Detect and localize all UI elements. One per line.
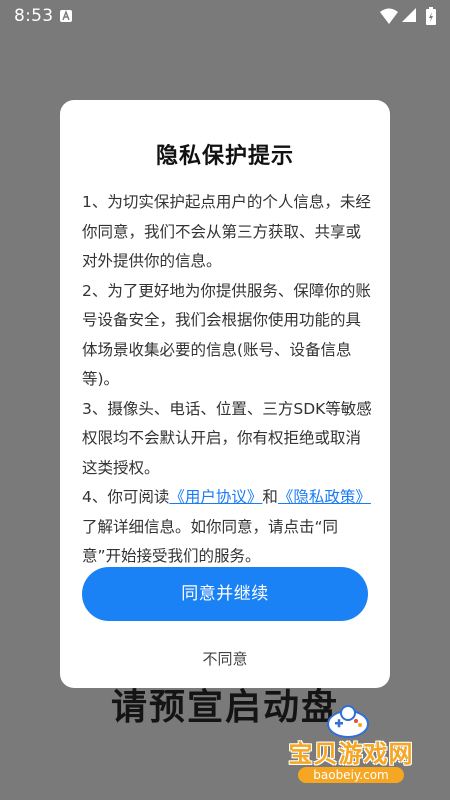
disagree-button[interactable]: 不同意 [60,648,390,669]
privacy-paragraph-3: 3、摄像头、电话、位置、三方SDK等敏感权限均不会默认开启，你有权拒绝或取消这类… [82,399,372,477]
agree-button[interactable]: 同意并继续 [82,567,368,621]
paragraph-4-suffix: 了解详细信息。如你同意，请点击“同意”开始接受我们的服务。 [82,517,339,566]
wifi-icon [380,8,398,24]
status-time: 8:53 [14,6,54,26]
signal-icon [402,8,416,22]
user-agreement-link[interactable]: 《用户协议》 [169,488,262,506]
watermark-name: 宝贝游戏网 [288,740,414,768]
paragraph-4-prefix: 4、你可阅读 [82,488,170,506]
dialog-body: 1、为切实保护起点用户的个人信息，未经你同意，我们不会从第三方获取、共享或对外提… [82,188,372,572]
privacy-paragraph-4: 4、你可阅读《用户协议》和《隐私政策》了解详细信息。如你同意，请点击“同意”开始… [82,483,372,572]
watermark: 宝贝游戏网 baobeiy.com [276,704,436,790]
privacy-paragraph-1: 1、为切实保护起点用户的个人信息，未经你同意，我们不会从第三方获取、共享或对外提… [82,193,371,270]
dialog-title: 隐私保护提示 [155,144,294,169]
privacy-policy-link[interactable]: 《隐私政策》 [278,488,371,506]
privacy-paragraph-2: 2、为了更好地为你提供服务、保障你的账号设备安全，我们会根据你使用功能的具体场景… [82,281,371,389]
privacy-dialog: 隐私保护提示 1、为切实保护起点用户的个人信息，未经你同意，我们不会从第三方获取… [60,100,390,688]
paragraph-4-and: 和 [262,488,278,506]
battery-icon [426,7,436,25]
app-notification-icon [60,10,72,22]
status-bar: 8:53 [0,0,450,32]
watermark-url: baobeiy.com [298,767,404,783]
